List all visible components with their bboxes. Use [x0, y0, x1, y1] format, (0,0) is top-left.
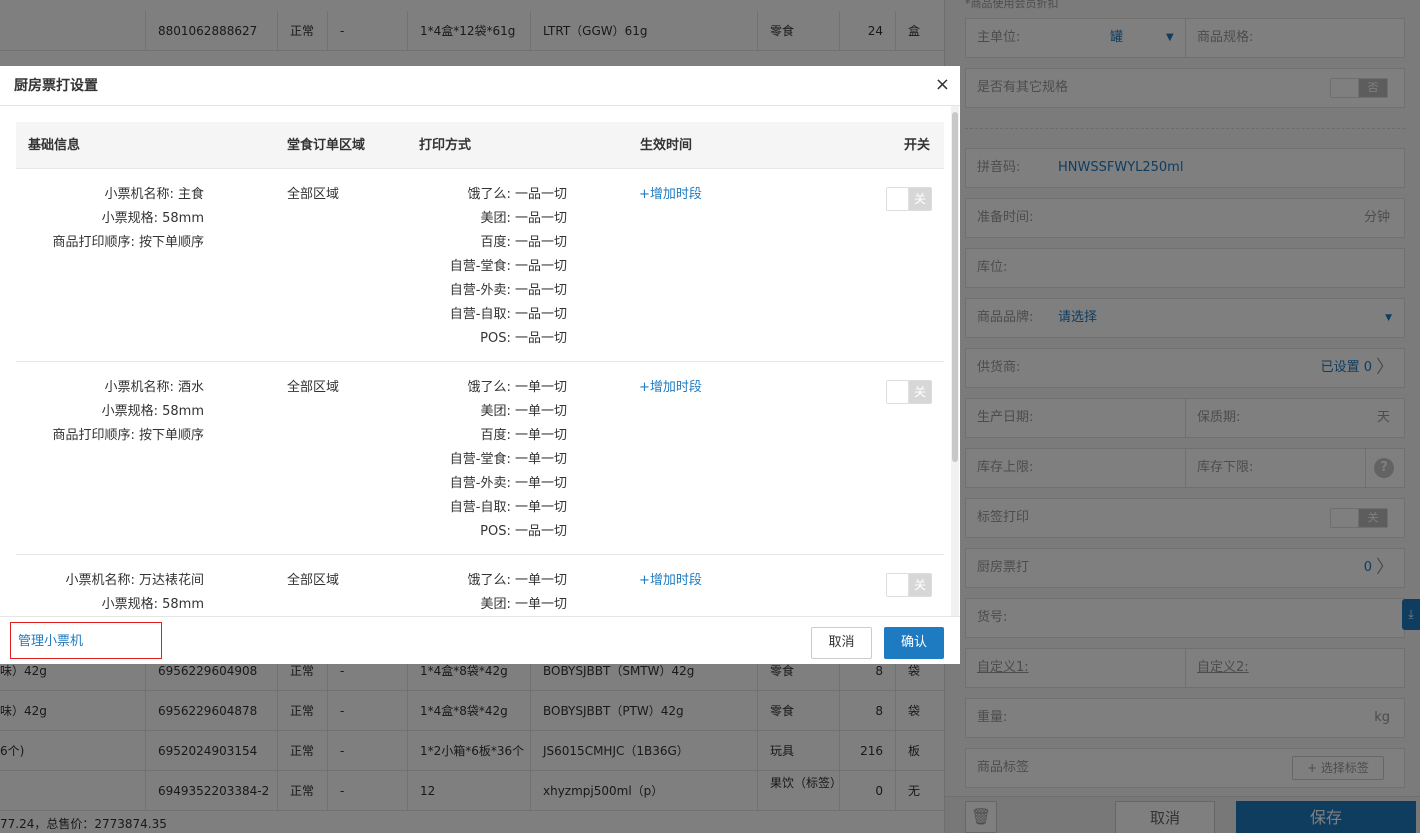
printer-paper-size: 小票规格: 58mm: [101, 404, 204, 419]
printer-print-order: 商品打印顺序: 按下单顺序: [52, 235, 204, 250]
print-mode-item: 自营-自取: 一单一切: [449, 500, 567, 515]
toggle-text: 关: [909, 381, 931, 403]
modal-title: 厨房票打设置: [14, 78, 98, 94]
scrollbar-thumb[interactable]: [952, 112, 958, 462]
toggle-text: 关: [909, 188, 931, 210]
add-time-slot-link[interactable]: +增加时段: [639, 569, 702, 593]
printer-paper-size: 小票规格: 58mm: [101, 597, 204, 612]
printer-switch-toggle[interactable]: 关: [886, 380, 932, 404]
close-icon[interactable]: ×: [935, 66, 950, 104]
print-mode-item: 自营-堂食: 一单一切: [449, 452, 567, 467]
print-mode-item: 美团: 一单一切: [480, 404, 567, 419]
manage-printer-highlight: 管理小票机: [10, 622, 162, 659]
printer-switch-toggle[interactable]: 关: [886, 187, 932, 211]
print-mode-item: 饿了么: 一单一切: [467, 573, 567, 588]
manage-printer-link[interactable]: 管理小票机: [18, 623, 83, 660]
printer-name: 小票机名称: 主食: [104, 187, 204, 202]
print-mode-item: 饿了么: 一单一切: [467, 380, 567, 395]
printer-info: 小票机名称: 酒水 小票规格: 58mm 商品打印顺序: 按下单顺序: [16, 376, 204, 448]
header-dine-in-area: 堂食订单区域: [287, 138, 366, 153]
add-time-slot-link[interactable]: +增加时段: [639, 376, 702, 400]
header-print-mode: 打印方式: [419, 138, 472, 153]
print-mode-item: 美团: 一品一切: [480, 211, 567, 226]
modal-body[interactable]: 基础信息 堂食订单区域 打印方式 生效时间 开关 小票机名称: 主食 小票规格:…: [0, 106, 960, 616]
printer-paper-size: 小票规格: 58mm: [101, 211, 204, 226]
printer-name: 小票机名称: 万达裱花间: [65, 573, 204, 588]
printer-switch-toggle[interactable]: 关: [886, 573, 932, 597]
header-switch: 开关: [904, 138, 931, 153]
toggle-knob: [887, 188, 909, 210]
scrollbar[interactable]: [951, 106, 959, 616]
printer-print-order: 商品打印顺序: 按下单顺序: [52, 428, 204, 443]
modal-footer: 管理小票机 取消 确认: [0, 616, 960, 664]
printer-info: 小票机名称: 万达裱花间 小票规格: 58mm: [16, 569, 204, 616]
header-effective-time: 生效时间: [640, 138, 693, 153]
printer-modes: 饿了么: 一品一切 美团: 一品一切 百度: 一品一切 自营-堂食: 一品一切 …: [396, 183, 567, 351]
print-mode-item: 美团: 一单一切: [480, 597, 567, 612]
printer-modes: 饿了么: 一单一切 美团: 一单一切: [396, 569, 567, 616]
printer-row: 小票机名称: 酒水 小票规格: 58mm 商品打印顺序: 按下单顺序 全部区域 …: [16, 362, 944, 555]
printer-table-header: 基础信息 堂食订单区域 打印方式 生效时间 开关: [16, 122, 944, 169]
printer-row: 小票机名称: 万达裱花间 小票规格: 58mm 全部区域 饿了么: 一单一切 美…: [16, 555, 944, 616]
printer-info: 小票机名称: 主食 小票规格: 58mm 商品打印顺序: 按下单顺序: [16, 183, 204, 255]
printer-area: 全部区域: [287, 380, 340, 395]
print-mode-item: 百度: 一单一切: [480, 428, 567, 443]
print-mode-item: 自营-外卖: 一品一切: [449, 283, 567, 298]
toggle-text: 关: [909, 574, 931, 596]
toggle-knob: [887, 574, 909, 596]
print-mode-item: POS: 一品一切: [480, 524, 567, 539]
print-mode-item: 自营-自取: 一品一切: [449, 307, 567, 322]
toggle-knob: [887, 381, 909, 403]
print-mode-item: 自营-外卖: 一单一切: [449, 476, 567, 491]
print-mode-item: 百度: 一品一切: [480, 235, 567, 250]
printer-modes: 饿了么: 一单一切 美团: 一单一切 百度: 一单一切 自营-堂食: 一单一切 …: [396, 376, 567, 544]
printer-area: 全部区域: [287, 573, 340, 588]
modal-header: 厨房票打设置 ×: [0, 66, 960, 106]
printer-area: 全部区域: [287, 187, 340, 202]
confirm-button[interactable]: 确认: [884, 627, 944, 659]
cancel-button[interactable]: 取消: [811, 627, 872, 659]
print-mode-item: POS: 一品一切: [480, 331, 567, 346]
printer-name: 小票机名称: 酒水: [104, 380, 204, 395]
print-mode-item: 饿了么: 一品一切: [467, 187, 567, 202]
print-mode-item: 自营-堂食: 一品一切: [449, 259, 567, 274]
kitchen-print-modal: 厨房票打设置 × 基础信息 堂食订单区域 打印方式 生效时间 开关 小票机名称:…: [0, 66, 960, 664]
printer-row: 小票机名称: 主食 小票规格: 58mm 商品打印顺序: 按下单顺序 全部区域 …: [16, 169, 944, 362]
header-basic-info: 基础信息: [28, 138, 81, 153]
add-time-slot-link[interactable]: +增加时段: [639, 183, 702, 207]
